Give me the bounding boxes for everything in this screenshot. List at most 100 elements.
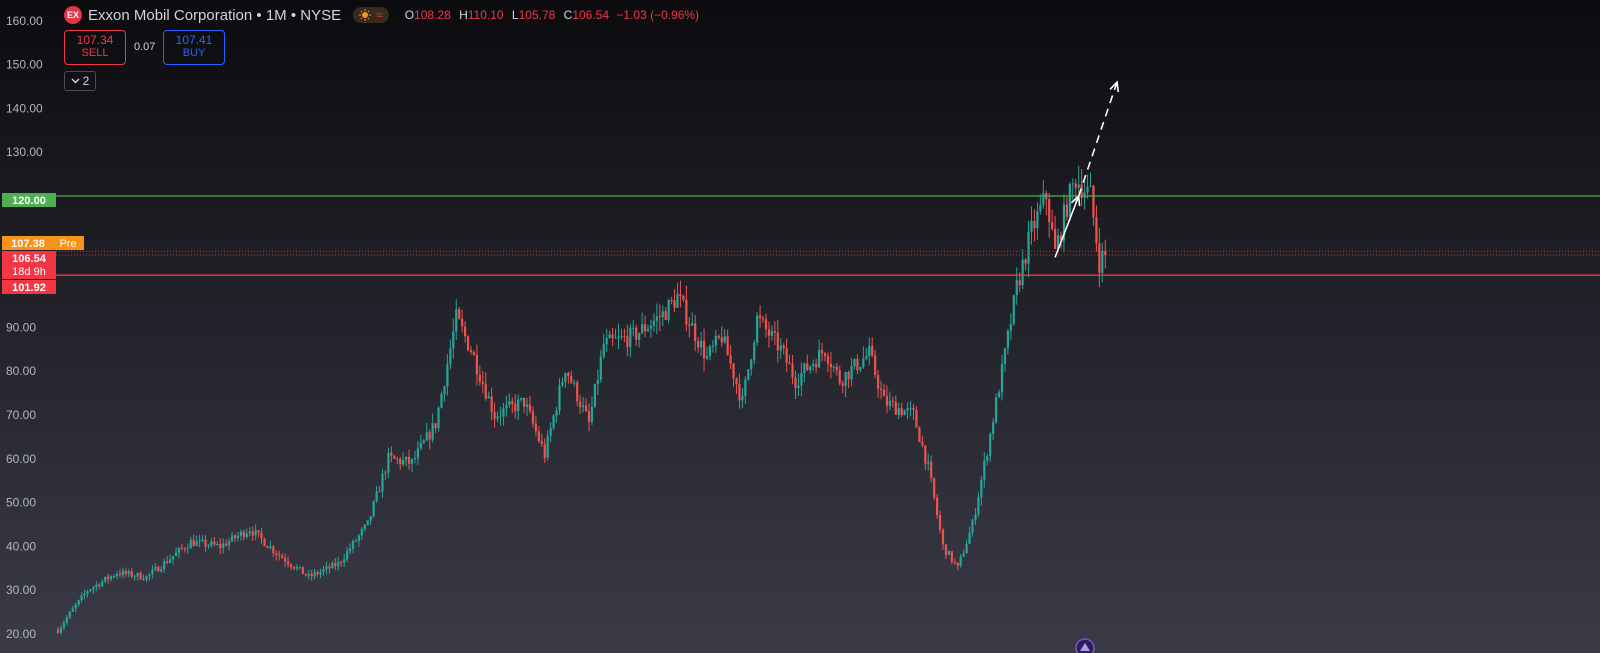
candle-down <box>399 458 402 465</box>
candle-up <box>163 561 166 570</box>
ohlc-readout: O108.28 H110.10 L105.78 C106.54 −1.03 (−… <box>405 8 699 22</box>
candle-down <box>726 336 729 356</box>
candle-up <box>455 309 458 332</box>
candle-up <box>437 407 440 429</box>
candle-up <box>649 325 653 329</box>
candle-up <box>499 416 502 418</box>
candle-down <box>717 335 720 338</box>
candle-down <box>469 350 473 353</box>
candle-up <box>337 562 340 567</box>
candle-down <box>950 551 953 562</box>
candle-down <box>464 326 467 337</box>
candle-up <box>405 456 408 460</box>
candle-down <box>142 579 145 581</box>
candle-down <box>260 532 263 539</box>
candle-up <box>71 608 74 612</box>
candle-up <box>1083 192 1086 198</box>
candle-up <box>1086 186 1089 193</box>
candle-up <box>723 336 726 343</box>
candle-up <box>228 541 231 546</box>
candle-down <box>531 411 535 424</box>
indicators-toggle[interactable]: 2 <box>64 71 96 91</box>
candle-up <box>844 372 847 386</box>
candle-down <box>287 561 290 565</box>
candle-down <box>820 349 824 354</box>
candle-down <box>316 572 319 575</box>
candle-up <box>986 456 989 461</box>
candle-up <box>343 559 346 563</box>
y-tick-label: 30.00 <box>6 583 36 597</box>
candle-up <box>508 401 511 405</box>
candle-down <box>281 555 284 559</box>
candle-down <box>938 515 942 530</box>
candle-down <box>611 334 614 338</box>
market-status-badge[interactable]: ≈ <box>353 7 389 23</box>
candle-down <box>428 432 431 440</box>
candlestick-chart[interactable]: 20.00 30.00 40.00 50.00 60.00 70.00 80.00 90.00… <box>0 0 1600 653</box>
candle-up <box>366 520 369 525</box>
candle-down <box>584 405 588 412</box>
candle-up <box>77 600 80 605</box>
low-value: 105.78 <box>518 8 556 22</box>
candle-up <box>201 539 204 541</box>
candle-up <box>629 327 632 348</box>
buy-button[interactable]: 107.41 BUY <box>163 30 225 65</box>
candle-up <box>965 543 968 554</box>
chart-area[interactable]: 20.00 30.00 40.00 50.00 60.00 70.00 80.00 90.00… <box>0 0 1600 653</box>
candle-up <box>331 562 334 569</box>
candle-down <box>540 441 543 445</box>
candle-up <box>68 611 71 618</box>
candle-down <box>576 382 579 402</box>
y-tick-label: 140.00 <box>6 101 43 115</box>
candle-down <box>670 300 673 302</box>
candle-down <box>334 562 337 567</box>
candle-up <box>319 571 322 575</box>
high-value: 110.10 <box>467 8 504 22</box>
candle-up <box>859 366 862 371</box>
candle-up <box>1021 259 1024 286</box>
candle-down <box>390 452 393 456</box>
candle-up <box>443 386 446 395</box>
candle-up <box>95 584 98 588</box>
candle-up <box>741 395 744 401</box>
candle-down <box>204 539 207 547</box>
candle-down <box>891 400 894 402</box>
candle-up <box>65 617 68 623</box>
candle-up <box>446 364 449 387</box>
last-price-text: 106.54 <box>12 253 47 265</box>
candle-down <box>475 354 478 375</box>
candle-up <box>101 581 104 587</box>
candle-down <box>340 562 343 564</box>
candle-up <box>313 572 316 577</box>
candle-up <box>110 576 113 580</box>
sell-button[interactable]: 107.34 SELL <box>64 30 126 65</box>
candle-up <box>384 472 387 474</box>
candle-up <box>236 535 240 539</box>
candle-down <box>874 355 877 375</box>
candle-up <box>620 336 623 338</box>
candle-down <box>623 336 626 338</box>
candle-up <box>906 408 909 411</box>
candle-down <box>694 323 697 342</box>
candle-down <box>635 327 638 340</box>
candle-up <box>210 541 213 546</box>
event-marker-icon[interactable] <box>1075 638 1095 653</box>
candle-up <box>546 435 549 458</box>
candle-down <box>900 408 903 416</box>
candle-down <box>407 456 411 464</box>
candle-up <box>154 566 157 570</box>
candle-up <box>440 394 443 408</box>
candle-down <box>493 411 496 419</box>
candle-up <box>413 458 417 460</box>
candle-down <box>272 546 275 554</box>
candle-down <box>257 530 260 533</box>
candle-up <box>676 294 679 308</box>
y-tick-label: 150.00 <box>6 58 43 72</box>
candle-up <box>561 381 564 386</box>
candle-up <box>909 408 912 410</box>
candle-up <box>496 416 499 419</box>
symbol-title[interactable]: Exxon Mobil Corporation • 1M • NYSE <box>88 7 341 24</box>
candle-down <box>472 352 476 355</box>
candle-up <box>608 334 611 339</box>
candle-down <box>579 401 582 408</box>
